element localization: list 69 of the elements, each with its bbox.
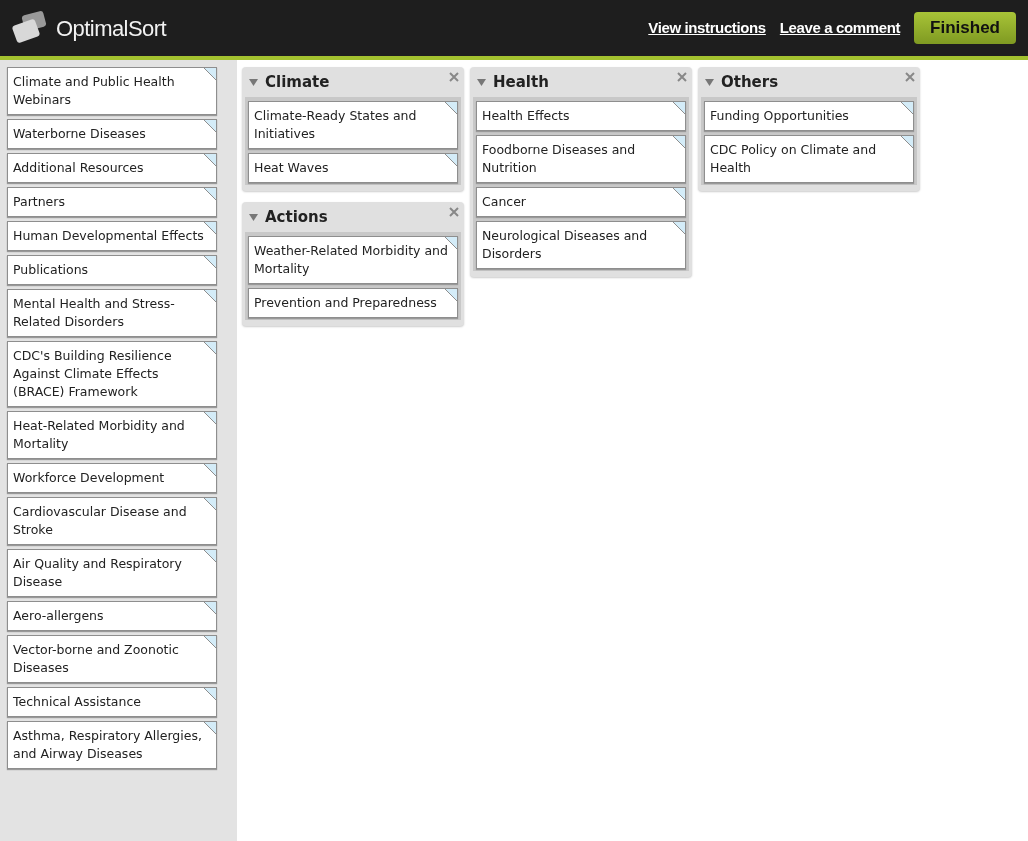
sort-card[interactable]: Neurological Diseases and Disorders: [476, 221, 686, 269]
sort-card[interactable]: Heat Waves: [248, 153, 458, 183]
group-title[interactable]: Health: [493, 70, 549, 94]
app-logo: OptimalSort: [56, 14, 167, 43]
corner-fold-icon: [204, 188, 216, 200]
sort-card[interactable]: Climate and Public Health Webinars: [7, 67, 217, 115]
header-link[interactable]: Leave a comment: [779, 16, 901, 40]
corner-fold-icon: [204, 688, 216, 700]
corner-fold-icon: [204, 464, 216, 476]
sort-card[interactable]: Mental Health and Stress-Related Disorders: [7, 289, 217, 337]
sort-card[interactable]: Weather-Related Morbidity and Mortality: [248, 236, 458, 284]
sort-card[interactable]: CDC Policy on Climate and Health: [704, 135, 914, 183]
collapse-triangle-icon[interactable]: [249, 77, 258, 87]
cards-logo-icon: [12, 11, 48, 45]
corner-fold-icon: [204, 222, 216, 234]
corner-fold-icon: [204, 722, 216, 734]
header-link[interactable]: View instructions: [648, 16, 766, 40]
corner-fold-icon: [445, 237, 457, 249]
sort-card[interactable]: Asthma, Respiratory Allergies, and Airway Diseases: [7, 721, 217, 769]
sort-card[interactable]: Publications: [7, 255, 217, 285]
corner-fold-icon: [204, 154, 216, 166]
collapse-triangle-icon[interactable]: [249, 212, 258, 222]
sort-card[interactable]: Aero-allergens: [7, 601, 217, 631]
corner-fold-icon: [673, 222, 685, 234]
close-icon[interactable]: [449, 207, 459, 217]
corner-fold-icon: [673, 102, 685, 114]
collapse-triangle-icon[interactable]: [477, 77, 486, 87]
corner-fold-icon: [445, 289, 457, 301]
sort-card[interactable]: Funding Opportunities: [704, 101, 914, 131]
group-title[interactable]: Climate: [265, 70, 330, 94]
corner-fold-icon: [445, 102, 457, 114]
corner-fold-icon: [445, 154, 457, 166]
corner-fold-icon: [204, 602, 216, 614]
sort-card[interactable]: Cardiovascular Disease and Stroke: [7, 497, 217, 545]
sort-card[interactable]: Cancer: [476, 187, 686, 217]
corner-fold-icon: [673, 188, 685, 200]
sort-card[interactable]: Vector-borne and Zoonotic Diseases: [7, 635, 217, 683]
sort-card[interactable]: Heat-Related Morbidity and Mortality: [7, 411, 217, 459]
corner-fold-icon: [204, 636, 216, 648]
collapse-triangle-icon[interactable]: [705, 77, 714, 87]
corner-fold-icon: [204, 342, 216, 354]
sort-card[interactable]: Additional Resources: [7, 153, 217, 183]
close-icon[interactable]: [677, 72, 687, 82]
group-title[interactable]: Others: [721, 70, 779, 94]
close-icon[interactable]: [905, 72, 915, 82]
corner-fold-icon: [673, 136, 685, 148]
corner-fold-icon: [204, 290, 216, 302]
corner-fold-icon: [204, 68, 216, 80]
corner-fold-icon: [204, 412, 216, 424]
finished-button[interactable]: Finished: [914, 12, 1016, 44]
sort-card[interactable]: Air Quality and Respiratory Disease: [7, 549, 217, 597]
corner-fold-icon: [901, 136, 913, 148]
sort-card[interactable]: Prevention and Preparedness: [248, 288, 458, 318]
group-title[interactable]: Actions: [265, 205, 328, 229]
corner-fold-icon: [204, 550, 216, 562]
corner-fold-icon: [901, 102, 913, 114]
sort-card[interactable]: Health Effects: [476, 101, 686, 131]
corner-fold-icon: [204, 256, 216, 268]
corner-fold-icon: [204, 498, 216, 510]
sort-card[interactable]: CDC's Building Resilience Against Climate Effects (BRACE) Framework: [7, 341, 217, 407]
sort-card[interactable]: Climate-Ready States and Initiatives: [248, 101, 458, 149]
sort-card[interactable]: Workforce Development: [7, 463, 217, 493]
sort-card[interactable]: Technical Assistance: [7, 687, 217, 717]
sort-card[interactable]: Partners: [7, 187, 217, 217]
close-icon[interactable]: [449, 72, 459, 82]
sort-card[interactable]: Waterborne Diseases: [7, 119, 217, 149]
sort-card[interactable]: Human Developmental Effects: [7, 221, 217, 251]
sort-card[interactable]: Foodborne Diseases and Nutrition: [476, 135, 686, 183]
corner-fold-icon: [204, 120, 216, 132]
